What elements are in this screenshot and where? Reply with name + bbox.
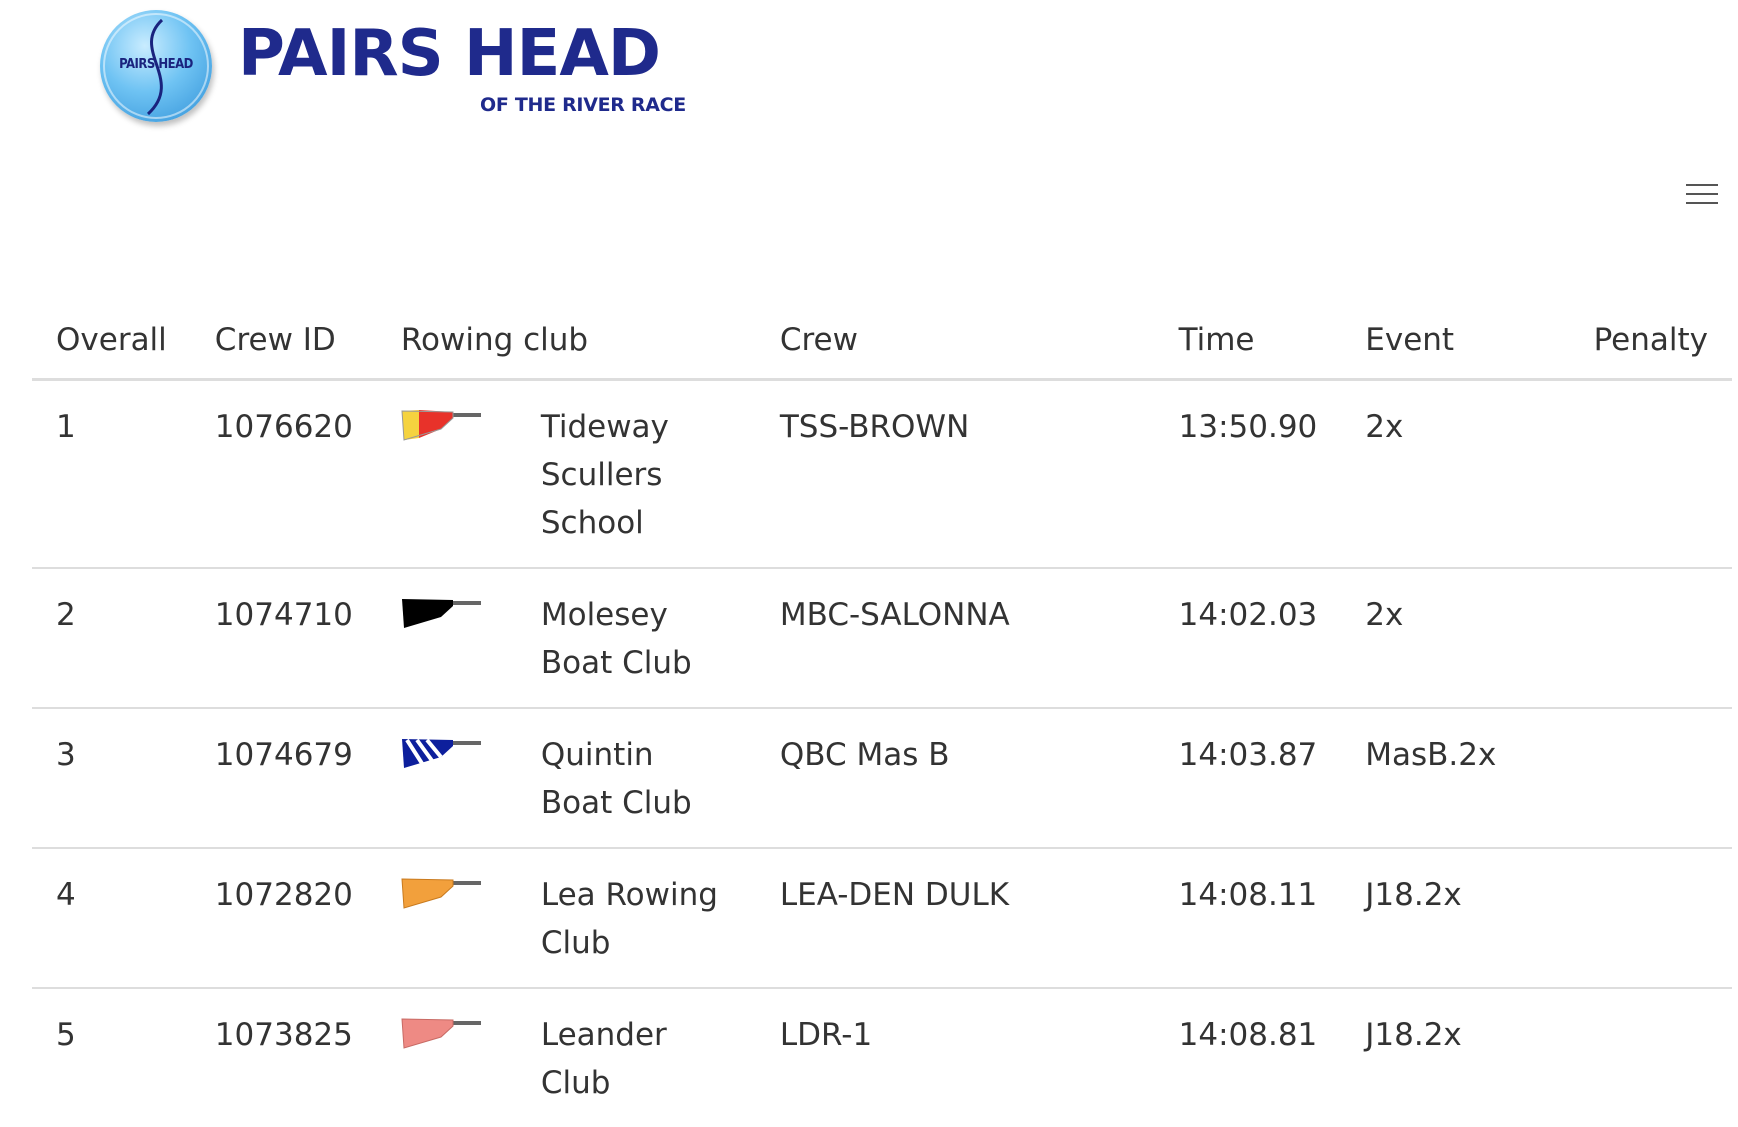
time-cell: 14:08.11 — [1154, 848, 1342, 989]
column-header-penalty: Penalty — [1569, 300, 1732, 381]
penalty-cell — [1569, 379, 1732, 569]
penalty-cell — [1569, 568, 1732, 709]
table-header-row: Overall Crew ID Rowing club Crew Time Ev… — [32, 300, 1732, 381]
event-cell: MasB.2x — [1341, 708, 1570, 849]
table-row: 2 1074710 Molesey Boat Club MBC-SALONNA … — [32, 568, 1732, 709]
column-header-event: Event — [1341, 300, 1570, 381]
lea-blade-icon — [401, 878, 481, 909]
column-header-crew: Crew — [755, 300, 1155, 381]
column-header-time: Time — [1154, 300, 1342, 381]
overall-cell: 5 — [56, 1017, 76, 1053]
time-cell: 14:08.81 — [1178, 1017, 1318, 1053]
crew-cell: TSS-BROWN — [755, 379, 1155, 569]
table-row: 5 1073825 Leander Club LDR-1 14:08.81 J1… — [32, 988, 1732, 1127]
time-cell: 13:50.90 — [1154, 379, 1342, 569]
crew-id-cell: 1076620 — [190, 379, 377, 569]
table-row: 3 1074679 Quintin Boat Club QBC Mas B 14… — [32, 708, 1732, 849]
overall-cell: 4 — [32, 848, 191, 989]
quintin-blade-icon — [401, 738, 481, 768]
table-row: 1 1076620 Tideway Scullers School TSS-BR… — [32, 379, 1732, 569]
time-cell: 14:02.03 — [1154, 568, 1342, 709]
crew-id-cell: 1073825 — [214, 1017, 353, 1053]
logo-badge-icon: PAIRS HEAD — [100, 10, 212, 122]
rowing-club-cell: Lea Rowing Club — [376, 848, 756, 989]
rowing-club-cell: Molesey Boat Club — [376, 568, 756, 709]
column-header-crew-id: Crew ID — [190, 300, 377, 381]
overall-cell: 1 — [32, 379, 191, 569]
rowing-club-cell: Leander Club — [377, 988, 756, 1127]
club-name: Lea Rowing Club — [540, 877, 718, 961]
logo-badge-text: PAIRS HEAD — [119, 57, 193, 72]
time-cell: 14:03.87 — [1154, 708, 1342, 849]
table-row: 4 1072820 Lea Rowing Club LEA-DEN DULK 1… — [32, 848, 1732, 989]
site-logo[interactable]: PAIRS HEAD PAIRS HEAD OF THE RIVER RACE — [100, 10, 720, 130]
leander-blade-icon — [401, 1018, 481, 1049]
crew-cell: LEA-DEN DULK — [755, 848, 1155, 989]
menu-bar — [1686, 202, 1718, 204]
tideway-scullers-blade-icon — [401, 410, 481, 441]
penalty-cell — [1569, 848, 1732, 989]
column-header-rowing-club: Rowing club — [376, 300, 756, 381]
hamburger-menu-icon[interactable] — [1684, 180, 1720, 210]
logo-title: PAIRS HEAD — [238, 17, 661, 91]
club-name: Quintin Boat Club — [540, 737, 692, 821]
penalty-cell — [1570, 988, 1732, 1127]
event-cell: J18.2x — [1341, 848, 1570, 989]
rowing-club-cell: Tideway Scullers School — [376, 379, 756, 569]
event-cell: 2x — [1341, 568, 1570, 709]
menu-bar — [1686, 184, 1718, 186]
crew-cell: LDR-1 — [779, 1017, 873, 1053]
overall-cell: 3 — [32, 708, 191, 849]
penalty-cell — [1569, 708, 1732, 849]
crew-id-cell: 1072820 — [190, 848, 377, 989]
menu-bar — [1686, 193, 1718, 195]
club-name: Tideway Scullers School — [540, 409, 669, 541]
crew-cell: MBC-SALONNA — [755, 568, 1155, 709]
crew-cell: QBC Mas B — [755, 708, 1155, 849]
club-name: Molesey Boat Club — [540, 597, 692, 681]
crew-id-cell: 1074679 — [190, 708, 377, 849]
overall-cell: 2 — [32, 568, 191, 709]
molesey-blade-icon — [401, 599, 481, 628]
results-table: Overall Crew ID Rowing club Crew Time Ev… — [32, 300, 1732, 1127]
logo-subtitle: OF THE RIVER RACE — [480, 94, 686, 116]
event-cell: 2x — [1341, 379, 1570, 569]
rowing-club-cell: Quintin Boat Club — [376, 708, 756, 849]
club-name: Leander Club — [540, 1017, 667, 1101]
column-header-overall: Overall — [32, 300, 191, 381]
event-cell: J18.2x — [1365, 1017, 1462, 1053]
crew-id-cell: 1074710 — [190, 568, 377, 709]
